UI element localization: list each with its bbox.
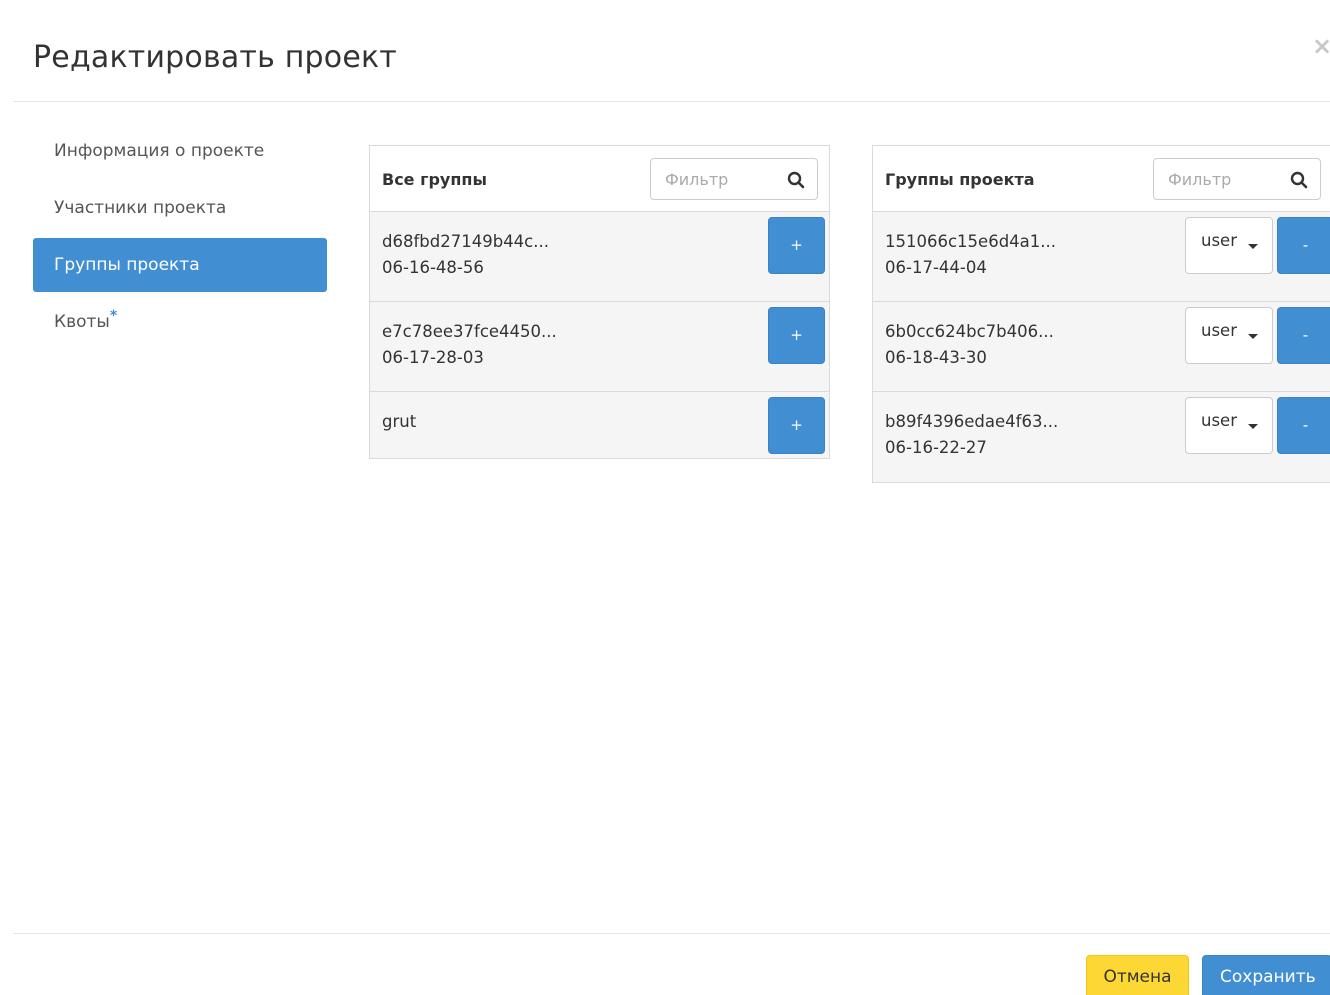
add-group-button[interactable]: + bbox=[768, 397, 825, 454]
role-dropdown[interactable]: user bbox=[1185, 307, 1273, 364]
all-groups-panel: Все группы d68fbd27149b44c... 06-16-48-5… bbox=[369, 145, 830, 459]
project-group-row: b89f4396edae4f63... 06-16-22-27 user - bbox=[873, 392, 1330, 482]
role-dropdown[interactable]: user bbox=[1185, 397, 1273, 454]
project-groups-title: Группы проекта bbox=[885, 170, 1035, 189]
all-groups-filter bbox=[650, 158, 818, 200]
nav-item-label: Информация о проекте bbox=[54, 141, 265, 161]
all-groups-title: Все группы bbox=[382, 170, 487, 189]
nav-item-label: Группы проекта bbox=[54, 255, 200, 275]
group-name: 151066c15e6d4a1... bbox=[885, 232, 1057, 251]
nav-item-project-members[interactable]: Участники проекта bbox=[33, 181, 327, 235]
dialog-footer: Отмена Сохранить bbox=[13, 933, 1330, 995]
available-group-row: d68fbd27149b44c... 06-16-48-56 + bbox=[370, 212, 829, 302]
role-dropdown[interactable]: user bbox=[1185, 217, 1273, 274]
project-group-row: 151066c15e6d4a1... 06-17-44-04 user - bbox=[873, 212, 1330, 302]
dialog-title: Редактировать проект bbox=[33, 40, 397, 75]
group-date: 06-17-44-04 bbox=[885, 258, 987, 277]
group-date: 06-16-22-27 bbox=[885, 438, 987, 457]
group-info: d68fbd27149b44c... 06-16-48-56 bbox=[382, 229, 549, 281]
search-icon[interactable] bbox=[1290, 171, 1308, 189]
all-groups-filter-input[interactable] bbox=[651, 159, 781, 199]
remove-group-button[interactable]: - bbox=[1277, 307, 1330, 364]
search-icon[interactable] bbox=[787, 171, 805, 189]
project-groups-filter bbox=[1153, 158, 1321, 200]
available-group-row: grut + bbox=[370, 392, 829, 458]
project-groups-panel: Группы проекта 151066c15e6d4a1... 06-17-… bbox=[872, 145, 1330, 483]
project-groups-filter-input[interactable] bbox=[1154, 159, 1284, 199]
group-info: grut bbox=[382, 409, 416, 435]
remove-group-button[interactable]: - bbox=[1277, 397, 1330, 454]
nav-item-project-groups[interactable]: Группы проекта bbox=[33, 238, 327, 292]
group-name: 6b0cc624bc7b406... bbox=[885, 322, 1054, 341]
role-value: user bbox=[1201, 411, 1237, 430]
all-groups-header: Все группы bbox=[370, 146, 829, 212]
group-date: 06-16-48-56 bbox=[382, 258, 484, 277]
role-value: user bbox=[1201, 321, 1237, 340]
edit-project-dialog: Редактировать проект × Информация о прое… bbox=[0, 0, 1330, 995]
group-date: 06-18-43-30 bbox=[885, 348, 987, 367]
group-info: 151066c15e6d4a1... 06-17-44-04 bbox=[885, 229, 1056, 281]
group-name: grut bbox=[382, 412, 417, 431]
nav-item-label: Квоты bbox=[54, 312, 110, 332]
dialog-header: Редактировать проект × bbox=[13, 0, 1330, 102]
project-groups-header: Группы проекта bbox=[873, 146, 1330, 212]
save-button[interactable]: Сохранить bbox=[1202, 955, 1330, 995]
add-group-button[interactable]: + bbox=[768, 307, 825, 364]
project-group-row: 6b0cc624bc7b406... 06-18-43-30 user - bbox=[873, 302, 1330, 392]
group-info: 6b0cc624bc7b406... 06-18-43-30 bbox=[885, 319, 1054, 371]
group-info: e7c78ee37fce4450... 06-17-28-03 bbox=[382, 319, 557, 371]
caret-down-icon bbox=[1248, 244, 1258, 249]
nav-item-quotas[interactable]: Квоты* bbox=[33, 295, 327, 349]
workflow-nav: Информация о проекте Участники проекта Г… bbox=[33, 124, 327, 352]
caret-down-icon bbox=[1248, 424, 1258, 429]
caret-down-icon bbox=[1248, 334, 1258, 339]
remove-group-button[interactable]: - bbox=[1277, 217, 1330, 274]
nav-item-project-info[interactable]: Информация о проекте bbox=[33, 124, 327, 178]
group-name: b89f4396edae4f63... bbox=[885, 412, 1059, 431]
group-name: d68fbd27149b44c... bbox=[382, 232, 549, 251]
close-icon[interactable]: × bbox=[1312, 34, 1330, 58]
nav-item-label: Участники проекта bbox=[54, 198, 227, 218]
group-date: 06-17-28-03 bbox=[382, 348, 484, 367]
add-group-button[interactable]: + bbox=[768, 217, 825, 274]
required-mark: * bbox=[109, 308, 118, 324]
group-name: e7c78ee37fce4450... bbox=[382, 322, 557, 341]
group-info: b89f4396edae4f63... 06-16-22-27 bbox=[885, 409, 1058, 461]
role-value: user bbox=[1201, 231, 1237, 250]
available-group-row: e7c78ee37fce4450... 06-17-28-03 + bbox=[370, 302, 829, 392]
cancel-button[interactable]: Отмена bbox=[1086, 955, 1189, 995]
